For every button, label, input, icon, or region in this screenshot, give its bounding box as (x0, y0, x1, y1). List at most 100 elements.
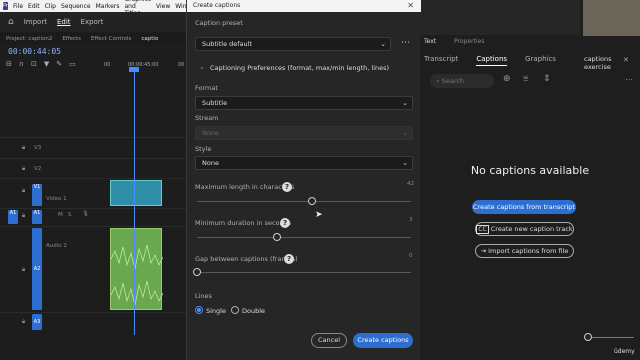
ruler-tick: 00 (104, 62, 111, 68)
split-caption-icon[interactable]: ⩸ (523, 74, 528, 84)
track-a1[interactable]: A1 (32, 210, 42, 224)
track-v1[interactable]: V1 (32, 184, 42, 206)
track-divider (0, 208, 186, 209)
gap-slider-track[interactable] (197, 272, 411, 273)
track-a3[interactable]: A3 (32, 314, 42, 330)
max-length-slider-knob[interactable] (308, 197, 316, 205)
track-divider (0, 178, 186, 179)
close-icon[interactable]: ✕ (407, 1, 414, 10)
timecode-display[interactable]: 00:00:44:05 (8, 47, 61, 56)
solo-button[interactable]: S (68, 212, 72, 218)
menu-sequence[interactable]: Sequence (61, 3, 91, 10)
export-tab[interactable]: Export (81, 18, 104, 26)
tab-text[interactable]: Text (424, 38, 436, 45)
menu-bar: Pr File Edit Clip Sequence Markers Graph… (0, 0, 190, 17)
chevron-down-icon[interactable]: ⌄ (199, 63, 205, 71)
program-monitor-strip (420, 0, 580, 35)
create-caption-track-button[interactable]: CC Create new caption track (475, 222, 574, 236)
text-panel (420, 0, 640, 360)
menu-view[interactable]: View (156, 3, 170, 10)
create-caption-track-label: Create new caption track (490, 225, 573, 233)
lock-icon[interactable]: 🔒︎ (22, 266, 25, 274)
double-radio[interactable] (231, 306, 239, 314)
marker-icon[interactable]: ▼ (44, 60, 49, 68)
tab-effect-controls[interactable]: Effect Controls (91, 36, 131, 42)
add-caption-icon[interactable]: ⊕ (503, 74, 511, 84)
gap-slider-knob[interactable] (193, 268, 201, 276)
timeline-ruler[interactable]: 00 00:00:45:00 00 (100, 60, 186, 74)
stream-select: None ⌄ (195, 126, 413, 140)
min-duration-slider-knob[interactable] (273, 233, 281, 241)
zoom-slider-knob[interactable] (584, 333, 592, 341)
help-icon[interactable]: ? (280, 218, 290, 228)
format-select[interactable]: Subtitle ⌄ (195, 96, 413, 110)
track-v2[interactable]: V2 (34, 166, 41, 172)
close-icon[interactable]: ✕ (623, 56, 629, 64)
lock-icon[interactable]: 🔒︎ (22, 212, 25, 220)
chevron-down-icon: ⌄ (402, 129, 408, 137)
lock-icon[interactable]: 🔒︎ (22, 187, 25, 195)
help-icon[interactable]: ? (284, 254, 294, 264)
webcam-overlay (583, 0, 640, 36)
wrench-icon[interactable]: ✎ (56, 60, 62, 68)
track-v3[interactable]: V3 (34, 145, 41, 151)
captioning-preferences-toggle[interactable]: Captioning Preferences (format, max/min … (210, 64, 389, 72)
max-length-label: Maximum length in characters (195, 183, 295, 191)
track-divider (0, 158, 186, 159)
gap-max: 0 (409, 253, 413, 259)
style-label: Style (195, 145, 212, 153)
text-panel-tabs: Transcript Captions Graphics (424, 55, 556, 66)
mute-button[interactable]: M (58, 212, 63, 218)
captions-search[interactable]: ⌕ Search (430, 74, 494, 88)
min-duration-max: 3 (409, 217, 413, 223)
lock-icon[interactable]: 🔒︎ (22, 165, 25, 173)
create-captions-button[interactable]: Create captions (353, 333, 413, 348)
style-select[interactable]: None ⌄ (195, 156, 413, 170)
import-captions-button[interactable]: ⇥ Import captions from file (475, 244, 574, 258)
menu-markers[interactable]: Markers (96, 3, 120, 10)
menu-edit[interactable]: Edit (28, 3, 40, 10)
create-captions-dialog: Create captions ✕ Caption preset Subtitl… (186, 0, 421, 360)
lock-icon[interactable]: 🔒︎ (22, 318, 25, 326)
merge-caption-icon[interactable]: ⇕ (543, 74, 551, 84)
linked-icon[interactable]: ⊡ (31, 60, 37, 68)
project-name: captions exercise (584, 55, 612, 71)
single-radio[interactable] (195, 306, 203, 314)
magnet-icon[interactable]: ∩ (19, 60, 24, 68)
min-duration-slider-track[interactable] (197, 237, 411, 238)
captions-toggle-icon[interactable]: ▭ (69, 60, 76, 68)
playhead-line[interactable] (134, 70, 135, 335)
import-tab[interactable]: Import (24, 18, 47, 26)
caption-preset-label: Caption preset (195, 19, 243, 27)
lock-icon[interactable]: 🔒︎ (22, 144, 25, 152)
caption-preset-select[interactable]: Subtitle default ⌄ (195, 37, 391, 51)
track-a2[interactable]: A2 (32, 228, 42, 310)
tab-sequence[interactable]: captio (141, 36, 158, 42)
video-clip[interactable] (110, 180, 162, 206)
menu-file[interactable]: File (13, 3, 23, 10)
tab-properties[interactable]: Properties (454, 38, 484, 45)
no-captions-message: No captions available (470, 164, 590, 177)
audio-clip[interactable] (110, 228, 164, 310)
source-a1[interactable]: A1 (8, 210, 18, 224)
tab-transcript[interactable]: Transcript (424, 55, 458, 66)
track-divider (0, 312, 186, 313)
tab-effects[interactable]: Effects (62, 36, 81, 42)
zoom-slider-track[interactable] (590, 337, 634, 338)
help-icon[interactable]: ? (282, 182, 292, 192)
max-length-slider-track[interactable] (197, 201, 411, 202)
cancel-button[interactable]: Cancel (311, 333, 347, 348)
more-options-icon[interactable]: ⋯ (401, 38, 410, 48)
create-from-transcript-button[interactable]: Create captions from transcript (472, 200, 576, 214)
tab-captions[interactable]: Captions (476, 55, 508, 66)
home-icon[interactable]: ⌂ (8, 17, 14, 27)
tab-graphics[interactable]: Graphics (525, 55, 556, 66)
more-options-icon[interactable]: ⋯ (625, 75, 633, 84)
menu-clip[interactable]: Clip (45, 3, 56, 10)
edit-tab[interactable]: Edit (57, 18, 71, 26)
chevron-down-icon: ⌄ (402, 99, 408, 107)
search-placeholder: Search (441, 77, 465, 85)
snap-icon[interactable]: ⊟ (6, 60, 12, 68)
mic-icon[interactable]: 🎙︎ (82, 211, 89, 217)
tab-project[interactable]: Project: caption2 (6, 36, 52, 42)
